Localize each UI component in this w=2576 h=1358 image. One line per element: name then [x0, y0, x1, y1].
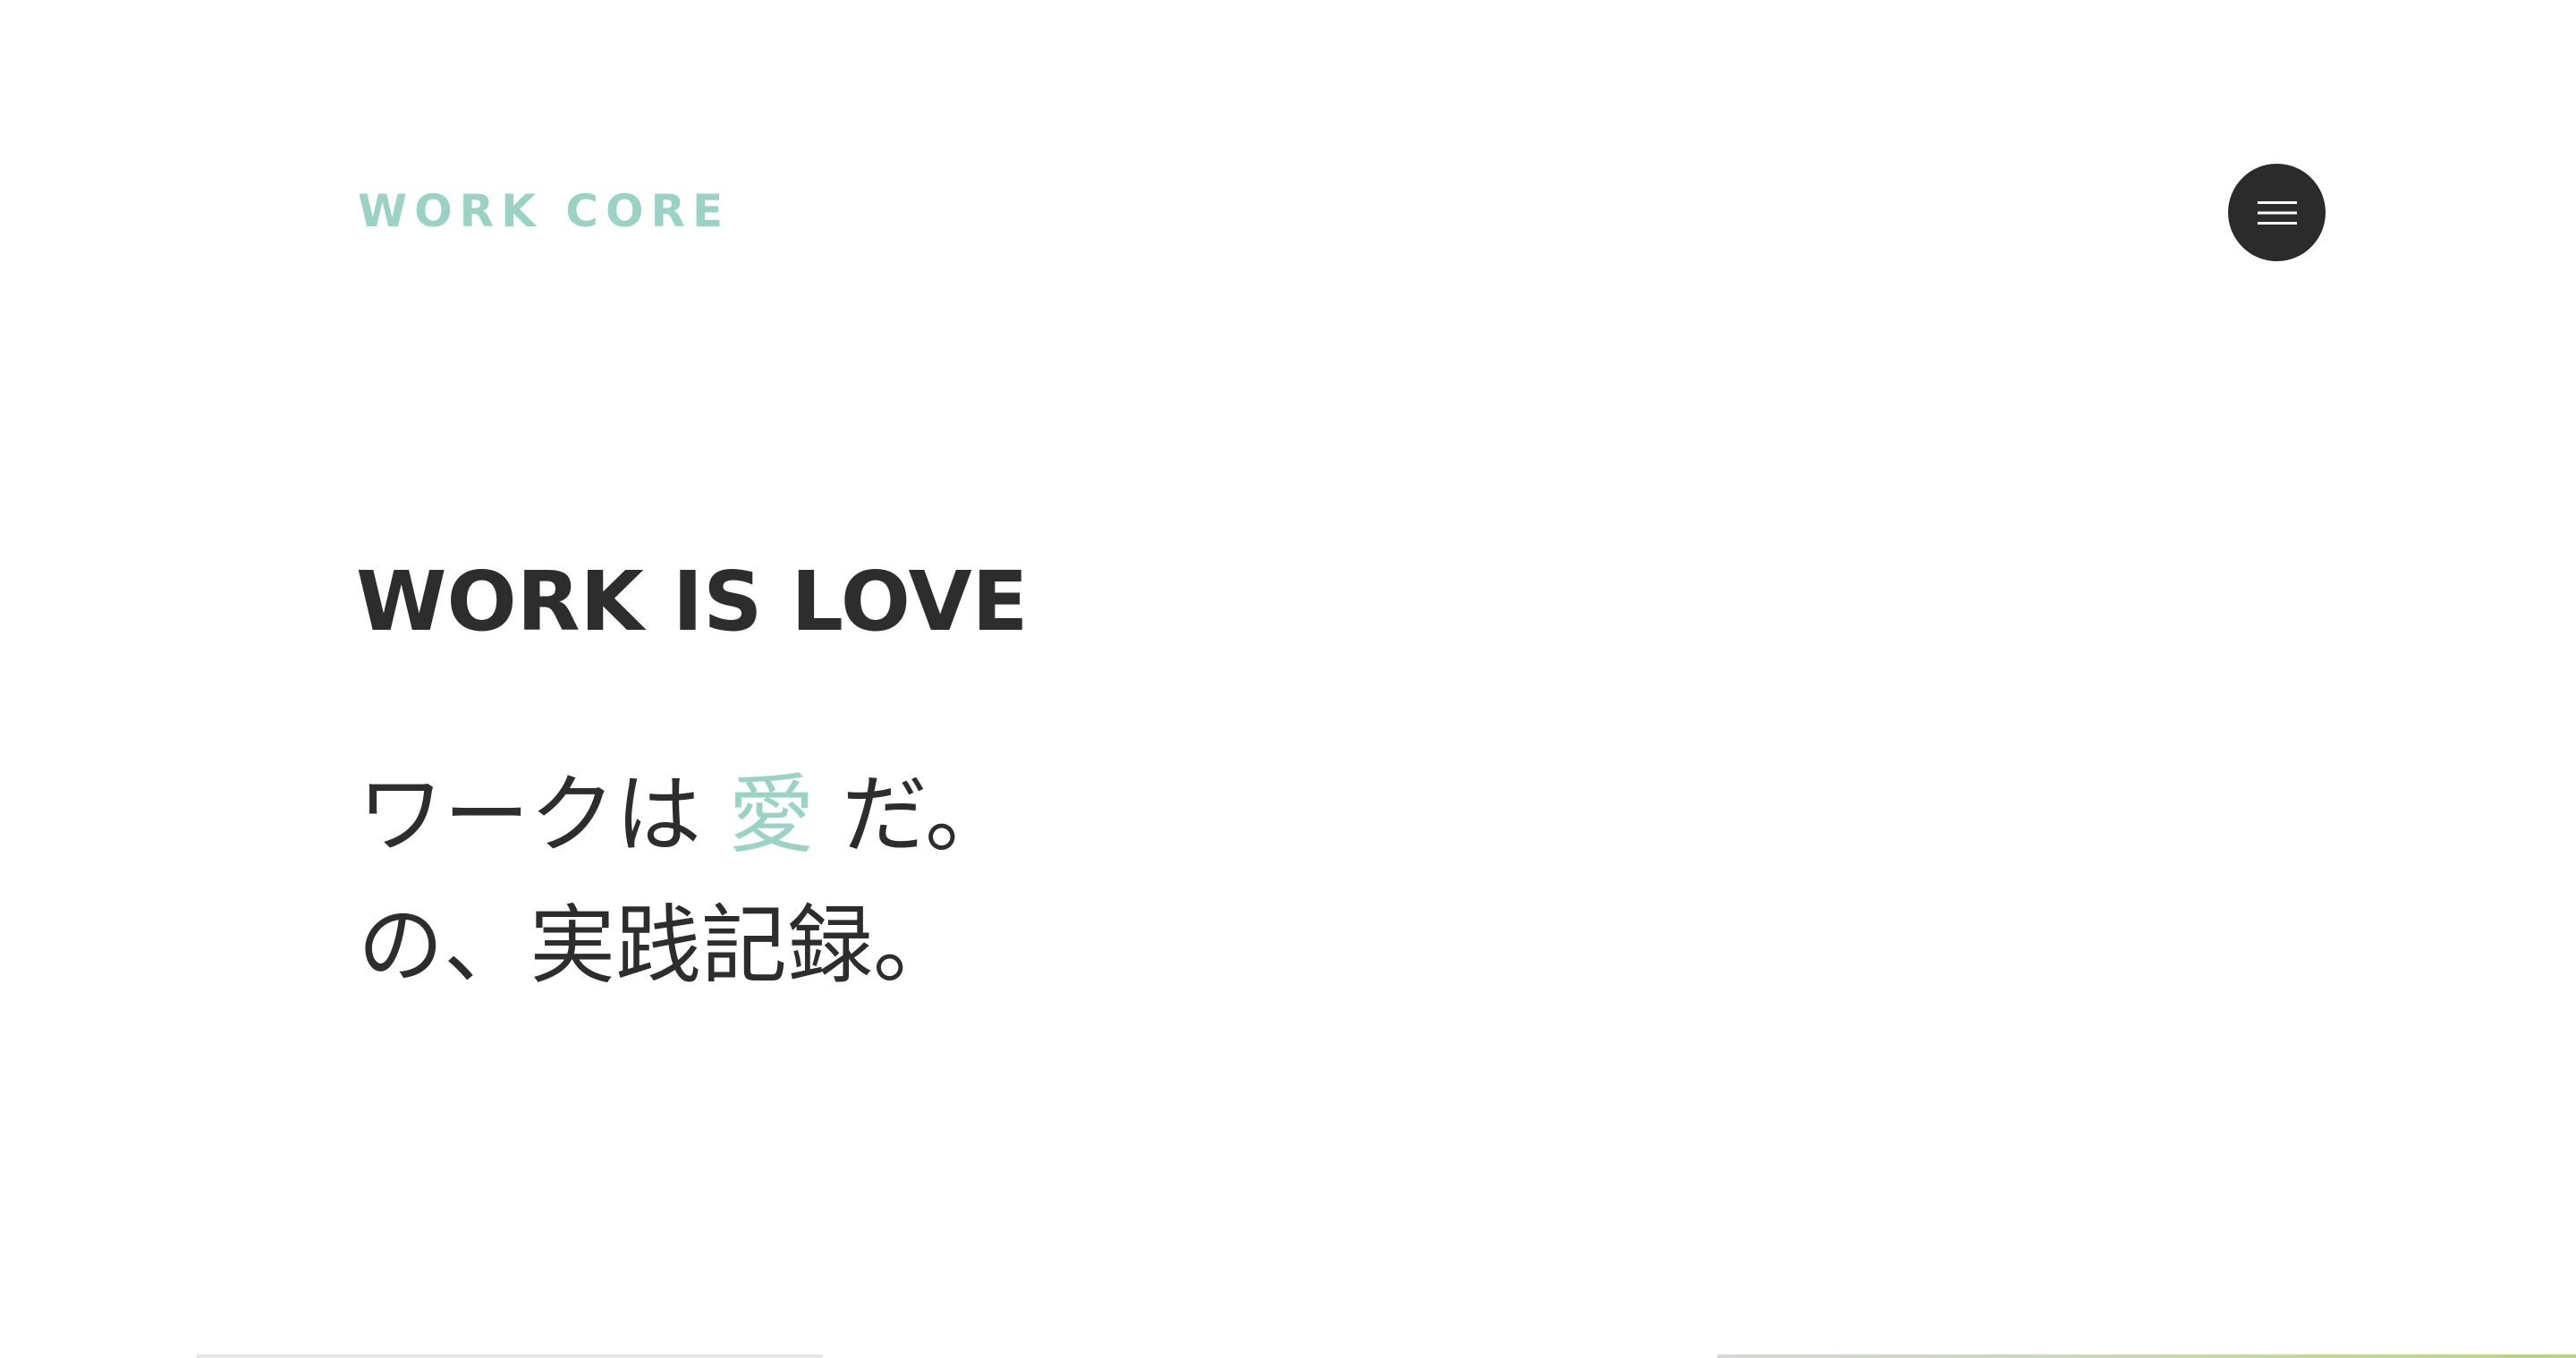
site-logo[interactable]: WORK CORE: [358, 184, 730, 238]
next-section-edge: [0, 1354, 2576, 1358]
hero-subtitle-line2: の、実践記録。: [358, 895, 959, 996]
hero-subtitle-after: だ。: [814, 765, 1012, 865]
section-edge-left: [197, 1354, 823, 1358]
section-edge-right: [1717, 1354, 2576, 1358]
hero-subtitle-accent: 愛: [728, 765, 815, 865]
menu-button[interactable]: [2228, 164, 2326, 261]
hero-subtitle: ワークは 愛 だ。 の、実践記録。: [358, 750, 1011, 1011]
hero-subtitle-line1: ワークは 愛 だ。: [358, 765, 1011, 865]
hamburger-menu-icon: [2257, 200, 2297, 225]
hero-subtitle-before: ワークは: [358, 765, 729, 865]
hero-title: WORK IS LOVE: [356, 554, 1029, 649]
